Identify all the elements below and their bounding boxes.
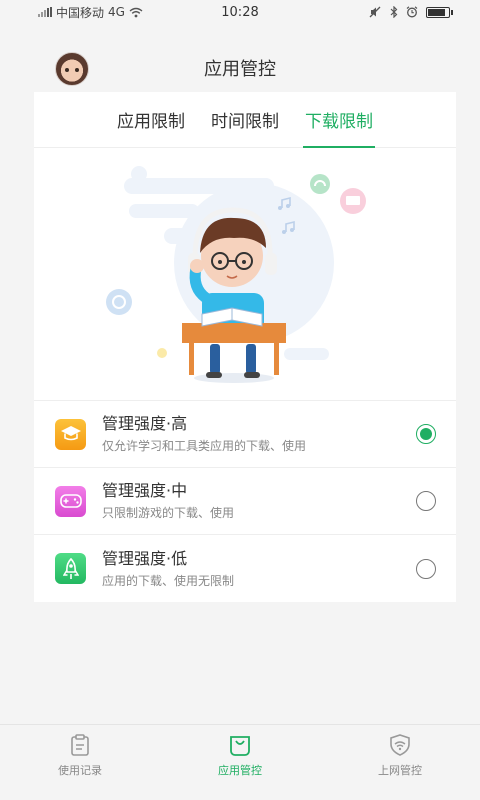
nav-label: 上网管控 [378, 764, 422, 777]
page-title: 应用管控 [204, 59, 276, 80]
bluetooth-icon [390, 6, 398, 18]
option-text: 管理强度·低 应用的下载、使用无限制 [102, 548, 416, 590]
illustration [34, 148, 456, 401]
tab-download-limit[interactable]: 下载限制 [303, 92, 375, 148]
carrier-label: 中国移动 [56, 5, 105, 20]
wifi-icon [129, 7, 143, 17]
radio-high[interactable] [416, 424, 436, 444]
nav-app-control[interactable]: 应用管控 [160, 725, 320, 800]
avatar[interactable] [55, 52, 89, 86]
option-title: 管理强度·中 [102, 481, 188, 500]
option-desc: 应用的下载、使用无限制 [102, 573, 235, 588]
tab-app-limit[interactable]: 应用限制 [117, 92, 185, 148]
rocket-icon [62, 557, 79, 579]
graduation-cap-icon [60, 426, 81, 441]
option-desc: 仅允许学习和工具类应用的下载、使用 [102, 439, 307, 453]
nav-label: 使用记录 [58, 764, 102, 777]
wifi-shield-icon [390, 734, 410, 756]
top-header: 应用管控 [0, 44, 480, 92]
nav-internet-control[interactable]: 上网管控 [320, 725, 480, 800]
option-medium[interactable]: 管理强度·中 只限制游戏的下载、使用 [34, 468, 456, 535]
clipboard-icon [71, 734, 89, 756]
opt-icon-bg [55, 553, 86, 584]
option-title: 管理强度·低 [102, 548, 188, 568]
option-title: 管理强度·高 [102, 414, 188, 433]
radio-low[interactable] [416, 558, 436, 579]
mute-icon [369, 6, 381, 18]
option-low[interactable]: 管理强度·低 应用的下载、使用无限制 [34, 535, 456, 602]
opt-icon-bg [55, 485, 86, 517]
option-text: 管理强度·中 只限制游戏的下载、使用 [102, 480, 416, 522]
option-high[interactable]: 管理强度·高 仅允许学习和工具类应用的下载、使用 [34, 401, 456, 468]
option-text: 管理强度·高 仅允许学习和工具类应用的下载、使用 [102, 413, 416, 455]
opt-icon-bg [55, 418, 86, 450]
boy-reading-illustration [106, 166, 366, 383]
battery-icon [426, 6, 453, 18]
tab-time-limit[interactable]: 时间限制 [211, 92, 279, 148]
gamepad-icon [59, 494, 82, 508]
status-left: 中国移动 4G [38, 4, 143, 21]
alarm-icon [406, 6, 418, 18]
nav-usage-records[interactable]: 使用记录 [0, 725, 160, 800]
network-label: 4G [108, 5, 125, 19]
tab-bar: 应用限制 时间限制 下载限制 [34, 92, 456, 148]
option-desc: 只限制游戏的下载、使用 [102, 506, 235, 520]
radio-medium[interactable] [416, 491, 436, 511]
bottom-nav: 使用记录 应用管控 上网管控 [0, 724, 480, 800]
content-card: 应用限制 时间限制 下载限制 管理强度·高 仅允许学习和工具类应用的下载、使用 … [34, 92, 456, 602]
signal-icon [38, 7, 52, 17]
strength-options: 管理强度·高 仅允许学习和工具类应用的下载、使用 管理强度·中 只限制游戏的下载… [34, 401, 456, 602]
shopping-bag-icon [230, 736, 250, 756]
nav-label: 应用管控 [218, 764, 262, 777]
status-right [369, 6, 453, 18]
status-bar: 中国移动 4G 10:28 [0, 0, 480, 24]
